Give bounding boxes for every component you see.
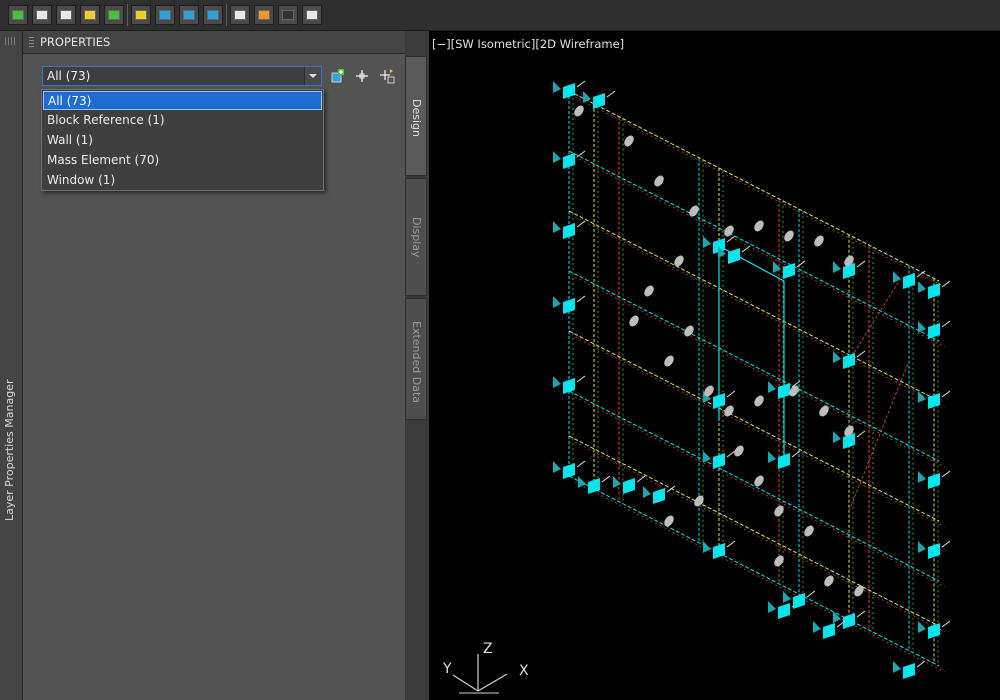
grip-ellipse (574, 105, 584, 117)
export-icon[interactable] (254, 5, 274, 25)
panel-header: PROPERTIES (23, 31, 405, 54)
panel-title: PROPERTIES (40, 35, 111, 49)
grip-markers (553, 80, 951, 679)
object-filter-select[interactable]: All (73) (42, 66, 322, 86)
grip-ellipse (774, 555, 784, 567)
wire-line (574, 276, 946, 468)
select-value: All (73) (47, 69, 91, 83)
drawing-viewport[interactable]: Z Y X [−][SW Isometric][2D Wireframe] (429, 31, 1000, 700)
layer-properties-manager-label: Layer Properties Manager (3, 379, 16, 521)
dropdown-option-all[interactable]: All (73) (43, 91, 322, 110)
add-layer-icon[interactable] (8, 5, 28, 25)
toolbar (0, 0, 1000, 31)
edit-text-icon[interactable] (80, 5, 100, 25)
ucs-axis-icon: Z Y X (442, 641, 529, 694)
wire-line (574, 96, 946, 288)
wire-line (568, 210, 940, 402)
panel-grip-icon[interactable] (29, 37, 34, 47)
quick-select-icon[interactable] (378, 67, 396, 85)
grip-marker (613, 475, 646, 494)
dropdown-option-mass-element[interactable]: Mass Element (70) (43, 151, 322, 170)
wire-line (574, 396, 946, 588)
tab-display[interactable]: Display (405, 178, 427, 296)
check-icon[interactable] (104, 5, 124, 25)
layer-manager-icon[interactable] (203, 5, 223, 25)
select-objects-icon[interactable] (353, 67, 371, 85)
tab-display-label: Display (410, 217, 423, 258)
chevron-down-icon[interactable] (304, 67, 321, 85)
grip-marker (583, 90, 616, 109)
grip-ellipse (824, 575, 834, 587)
layer-properties-manager-strip[interactable]: Layer Properties Manager (0, 31, 23, 700)
grip-marker (578, 475, 611, 494)
edit-icon[interactable] (230, 5, 250, 25)
grip-ellipse (664, 355, 674, 367)
wire-line (848, 280, 900, 362)
dropdown-option-wall[interactable]: Wall (1) (43, 131, 322, 150)
grip-ellipse (674, 255, 684, 267)
tab-design-label: Design (410, 99, 423, 137)
grip-ellipse (754, 395, 764, 407)
grip-ellipse (754, 220, 764, 232)
grip-ellipse (689, 205, 699, 217)
wire-line (568, 435, 940, 627)
grip-ellipse (664, 515, 674, 527)
axis-label-x: X (519, 663, 529, 679)
wire-line (568, 90, 940, 282)
grip-ellipse (854, 585, 864, 597)
grip-marker (893, 660, 926, 679)
dropdown-option-block-reference[interactable]: Block Reference (1) (43, 111, 322, 130)
settings-icon[interactable] (302, 5, 322, 25)
grip-marker (643, 485, 676, 504)
axis-label-y: Y (442, 661, 452, 677)
zoom-icon[interactable] (56, 5, 76, 25)
wire-line (574, 216, 946, 408)
grip-ellipse (784, 230, 794, 242)
grip-ellipse (684, 325, 694, 337)
properties-icon[interactable] (131, 5, 151, 25)
wireframe-model: Z Y X (442, 80, 951, 694)
wire-line (574, 441, 946, 633)
axis-label-z: Z (483, 641, 493, 657)
layer-states-icon[interactable] (155, 5, 175, 25)
refresh-icon[interactable] (32, 5, 52, 25)
wireframe-lines (568, 90, 946, 673)
grip-ellipse (804, 525, 814, 537)
grip-icon[interactable] (5, 37, 17, 45)
dropdown-option-window[interactable]: Window (1) (43, 171, 322, 190)
tab-extended-data[interactable]: Extended Data (405, 298, 427, 420)
grip-marker (813, 620, 846, 639)
object-filter-dropdown: All (73) Block Reference (1) Wall (1) Ma… (41, 89, 324, 191)
grip-ellipse (814, 235, 824, 247)
tab-design[interactable]: Design (405, 56, 427, 176)
wire-line (574, 481, 946, 673)
wire-line (568, 475, 940, 667)
properties-panel: PROPERTIES All (73) All (73) Block Refer… (23, 31, 405, 700)
grip-ellipse (754, 475, 764, 487)
grip-ellipse (624, 135, 634, 147)
layer-filter-icon[interactable] (179, 5, 199, 25)
wire-line (568, 270, 940, 462)
grip-ellipse (644, 285, 654, 297)
grip-ellipse (774, 505, 784, 517)
grip-ellipse (694, 495, 704, 507)
tab-extended-data-label: Extended Data (410, 321, 423, 404)
wire-line (574, 336, 946, 528)
wire-line (574, 156, 946, 348)
viewport-controls-label[interactable]: [−][SW Isometric][2D Wireframe] (432, 37, 624, 51)
grip-ellipse (629, 315, 639, 327)
wire-line (568, 150, 940, 342)
add-selection-icon[interactable] (329, 67, 347, 85)
grip-ellipse (819, 405, 829, 417)
display-icon[interactable] (278, 5, 298, 25)
grip-ellipse (654, 175, 664, 187)
